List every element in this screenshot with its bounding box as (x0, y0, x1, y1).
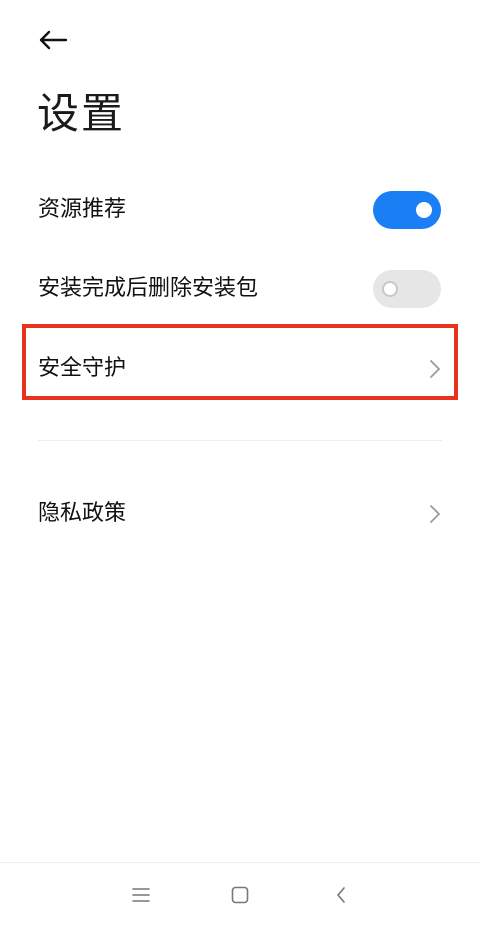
home-button[interactable] (226, 881, 254, 909)
chevron-right-icon (430, 360, 440, 378)
chevron-right-icon (430, 505, 440, 523)
setting-row-privacy-policy[interactable]: 隐私政策 (0, 482, 480, 546)
settings-screen: 设置 资源推荐 安装完成后删除安装包 安全守护 隐私政策 (0, 0, 480, 926)
system-back-button[interactable] (327, 881, 355, 909)
system-nav-bar (0, 862, 480, 926)
setting-label: 安全守护 (38, 356, 127, 381)
setting-row-security-guard[interactable]: 安全守护 (0, 337, 480, 401)
menu-button[interactable] (127, 881, 155, 909)
delete-package-toggle[interactable] (373, 270, 441, 308)
toggle-knob (382, 281, 398, 297)
setting-row-resource-recommend[interactable]: 资源推荐 (0, 178, 480, 242)
divider (38, 440, 442, 441)
resource-recommend-toggle[interactable] (373, 191, 441, 229)
home-square-icon (231, 886, 249, 904)
setting-label: 隐私政策 (38, 501, 127, 526)
arrow-left-icon (39, 30, 68, 50)
menu-icon (132, 888, 150, 902)
toggle-knob (416, 202, 432, 218)
back-button[interactable] (30, 22, 76, 58)
back-chevron-icon (337, 887, 345, 903)
setting-row-delete-package[interactable]: 安装完成后删除安装包 (0, 257, 480, 321)
page-title: 设置 (37, 89, 126, 138)
